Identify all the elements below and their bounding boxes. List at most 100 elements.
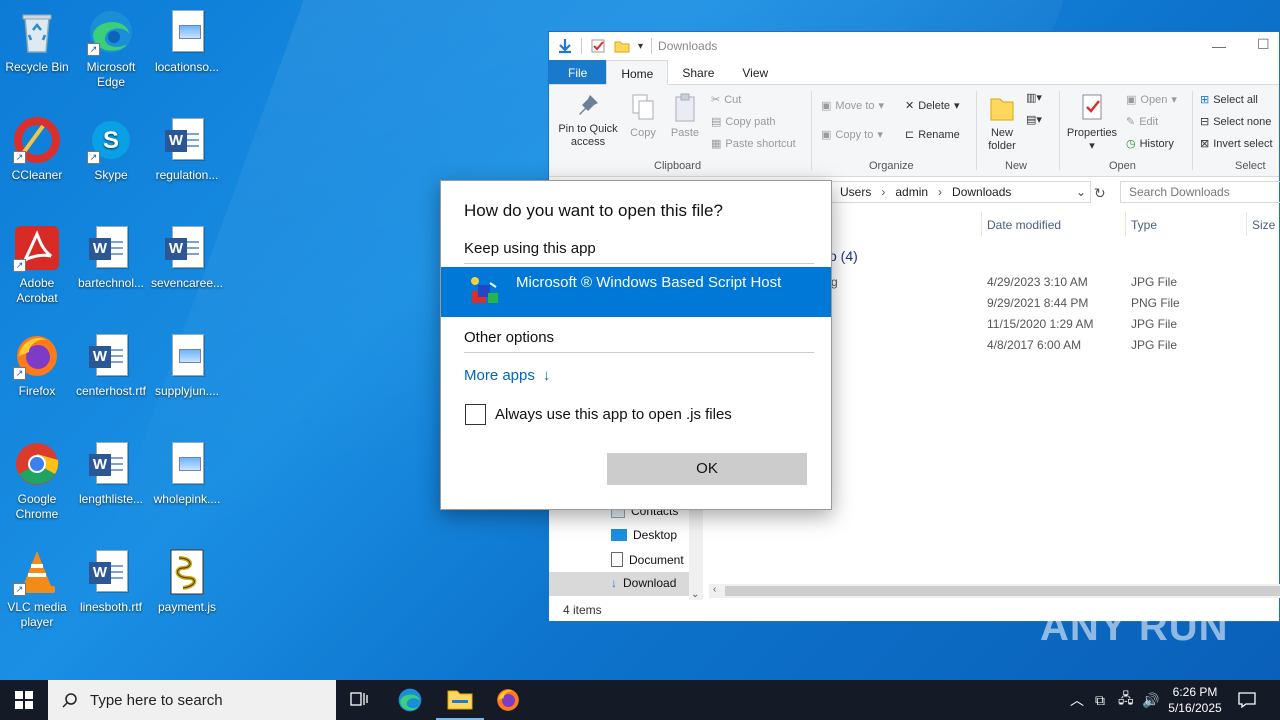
file-row-date[interactable]: 4/8/2017 6:00 AM <box>987 338 1081 352</box>
desktop-icon-locationso[interactable]: locationso... <box>150 8 224 75</box>
desktop-icon-firefox[interactable]: ↗ Firefox <box>0 332 74 399</box>
new-item-button[interactable]: ▥▾ <box>1026 91 1042 104</box>
easy-access-button[interactable]: ▤▾ <box>1026 113 1042 126</box>
ccleaner-icon: ↗ <box>13 116 61 164</box>
select-none-button[interactable]: ⊟ Select none <box>1200 115 1271 129</box>
desktop-icon-centerhost[interactable]: W centerhost.rtf <box>74 332 148 399</box>
address-bar[interactable]: › Users › admin › Downloads ⌄ <box>819 181 1091 203</box>
desktop-icon-supplyjun[interactable]: supplyjun.... <box>150 332 224 399</box>
address-dropdown-icon[interactable]: ⌄ <box>1076 185 1086 199</box>
show-hidden-icons-button[interactable]: ︿ <box>1070 680 1084 720</box>
properties-check-icon[interactable] <box>590 38 606 54</box>
app-option-script-host[interactable]: Microsoft ® Windows Based Script Host <box>441 267 831 317</box>
nav-item-downloads[interactable]: ↓ Download <box>611 576 676 590</box>
refresh-icon[interactable]: ↻ <box>1094 185 1106 202</box>
nav-item-documents[interactable]: Document <box>611 552 684 567</box>
always-use-checkbox-row[interactable]: Always use this app to open .js files <box>465 404 732 425</box>
column-type[interactable]: Type <box>1131 218 1157 232</box>
copy-path-button[interactable]: ▤ Copy path <box>711 115 776 129</box>
rename-button[interactable]: ⊏ Rename <box>905 128 960 142</box>
taskbar-clock[interactable]: 6:26 PM 5/16/2025 <box>1162 684 1228 716</box>
horizontal-scrollbar[interactable]: ‹ <box>709 584 1280 598</box>
search-input[interactable]: Search Downloads <box>1120 181 1280 203</box>
tab-share[interactable]: Share <box>668 60 728 84</box>
desktop-icon-google-chrome[interactable]: Google Chrome <box>0 440 74 522</box>
desktop-icon-linesboth[interactable]: W linesboth.rtf <box>74 548 148 615</box>
invert-selection-icon: ⊠ <box>1200 138 1210 150</box>
column-date-modified[interactable]: Date modified <box>987 218 1061 232</box>
breadcrumb-users[interactable]: Users <box>840 185 871 199</box>
copy-to-button[interactable]: ▣ Copy to ▾ <box>821 128 883 142</box>
file-row-date[interactable]: 11/15/2020 1:29 AM <box>987 317 1094 331</box>
file-row-type[interactable]: JPG File <box>1131 317 1177 331</box>
copy-button[interactable]: Copy <box>625 93 661 140</box>
paste-button[interactable]: Paste <box>667 93 703 140</box>
new-folder-button[interactable]: New folder <box>983 93 1021 153</box>
tab-home[interactable]: Home <box>606 60 669 85</box>
desktop-icon-label: VLC media player <box>7 600 67 629</box>
cut-button[interactable]: ✂ Cut <box>711 93 741 107</box>
properties-button[interactable]: Properties ▾ <box>1065 93 1119 153</box>
file-row-name-fragment[interactable]: g <box>831 275 838 289</box>
desktop-icon-recycle-bin[interactable]: Recycle Bin <box>0 8 74 75</box>
file-row-type[interactable]: PNG File <box>1131 296 1180 310</box>
invert-selection-button[interactable]: ⊠ Invert select <box>1200 137 1273 151</box>
desktop-icon-regulation[interactable]: W regulation... <box>150 116 224 183</box>
taskbar-edge-button[interactable] <box>386 680 434 720</box>
paste-shortcut-button[interactable]: ▦ Paste shortcut <box>711 137 796 151</box>
delete-x-icon: ✕ <box>905 100 915 112</box>
open-button[interactable]: ▣ Open ▾ <box>1126 93 1177 107</box>
tray-meet-now-icon[interactable]: ⧉ <box>1095 680 1105 720</box>
ribbon-tabs: File Home Share View <box>549 60 1279 85</box>
paste-shortcut-icon: ▦ <box>711 138 722 150</box>
tab-view[interactable]: View <box>728 60 782 84</box>
notifications-button[interactable] <box>1238 680 1256 720</box>
taskbar-firefox-button[interactable] <box>484 680 532 720</box>
file-row-date[interactable]: 4/29/2023 3:10 AM <box>987 275 1088 289</box>
desktop-icon-label: Google Chrome <box>15 492 59 521</box>
arrow-down-icon: ↓ <box>542 367 551 384</box>
scroll-thumb[interactable] <box>725 586 1280 596</box>
group-header[interactable]: o (4) <box>829 248 858 264</box>
new-folder-quick-icon[interactable] <box>614 38 630 54</box>
tab-file[interactable]: File <box>549 60 607 84</box>
more-apps-link[interactable]: More apps ↓ <box>464 367 550 384</box>
desktop-icon-microsoft-edge[interactable]: ↗ Microsoft Edge <box>74 8 148 90</box>
edit-button[interactable]: ✎ Edit <box>1126 115 1158 129</box>
maximize-button[interactable]: ☐ <box>1257 36 1270 53</box>
customize-quick-access-icon[interactable]: ▾ <box>638 41 643 52</box>
volume-icon[interactable]: 🔊 <box>1142 680 1159 720</box>
network-icon[interactable]: 🖧 <box>1118 680 1134 720</box>
pin-to-quick-access-button[interactable]: Pin to Quick access <box>555 93 621 149</box>
breadcrumb-admin[interactable]: admin <box>895 185 928 199</box>
nav-scrollbar[interactable]: ⌄ <box>689 496 703 600</box>
history-button[interactable]: ◷ History <box>1126 137 1174 151</box>
desktop-icon-skype[interactable]: S ↗ Skype <box>74 116 148 183</box>
task-view-button[interactable] <box>336 680 384 720</box>
desktop-icon-sevencaree[interactable]: W sevencaree... <box>150 224 224 291</box>
nav-item-desktop[interactable]: Desktop <box>611 528 677 542</box>
taskbar-search-box[interactable]: Type here to search <box>48 680 336 720</box>
desktop-icon-vlc-media-player[interactable]: ↗ VLC media player <box>0 548 74 630</box>
select-all-button[interactable]: ⊞ Select all <box>1200 93 1258 107</box>
desktop-icon-adobe-acrobat[interactable]: ↗ Adobe Acrobat <box>0 224 74 306</box>
ok-button[interactable]: OK <box>607 453 807 485</box>
move-to-button[interactable]: ▣ Move to ▾ <box>821 99 884 113</box>
desktop-icon-payment-js[interactable]: payment.js <box>150 548 224 615</box>
file-row-type[interactable]: JPG File <box>1131 275 1177 289</box>
column-size[interactable]: Size <box>1252 218 1275 232</box>
file-row-date[interactable]: 9/29/2021 8:44 PM <box>987 296 1088 310</box>
minimize-button[interactable]: — <box>1212 38 1226 54</box>
desktop-icon-bartechnol[interactable]: W bartechnol... <box>74 224 148 291</box>
file-row-type[interactable]: JPG File <box>1131 338 1177 352</box>
desktop-icon-lengthliste[interactable]: W lengthliste... <box>74 440 148 507</box>
desktop-icon-ccleaner[interactable]: ↗ CCleaner <box>0 116 74 183</box>
column-divider <box>981 212 982 236</box>
always-use-checkbox[interactable] <box>465 404 486 425</box>
taskbar-file-explorer-button[interactable] <box>436 680 484 720</box>
desktop-icon-wholepink[interactable]: wholepink.... <box>150 440 224 507</box>
delete-button[interactable]: ✕ Delete ▾ <box>905 99 960 113</box>
breadcrumb-downloads[interactable]: Downloads <box>952 185 1011 199</box>
scroll-left-icon[interactable]: ‹ <box>713 584 716 595</box>
start-button[interactable] <box>0 680 48 720</box>
